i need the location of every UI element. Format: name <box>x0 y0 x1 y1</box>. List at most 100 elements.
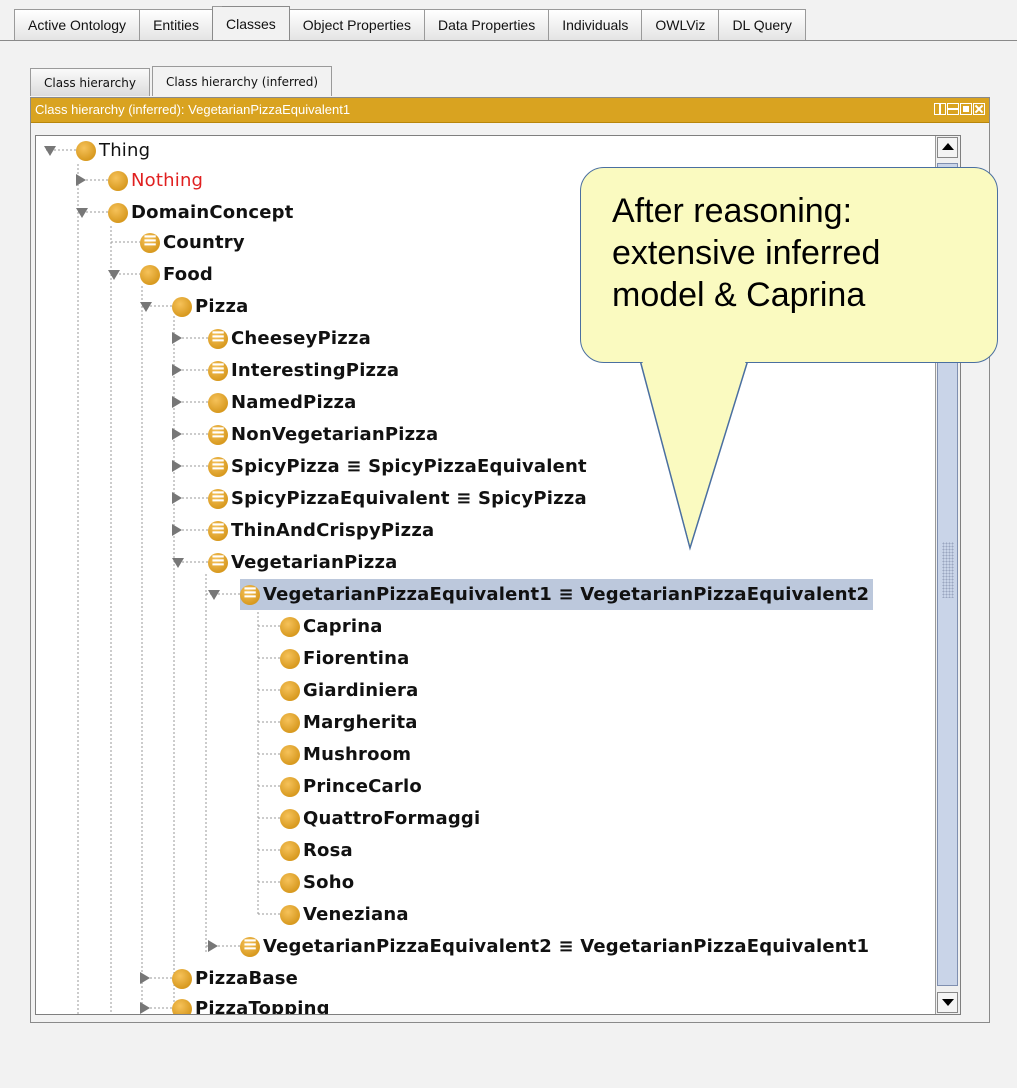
tab-data-properties[interactable]: Data Properties <box>423 9 550 40</box>
defined-class-icon <box>208 550 228 573</box>
tree-node-spicypizza[interactable]: SpicyPizza ≡ SpicyPizzaEquivalent <box>208 451 587 482</box>
tree-node-nothing[interactable]: Nothing <box>108 165 203 196</box>
expand-node-icon[interactable] <box>172 524 182 536</box>
expand-node-icon[interactable] <box>172 364 182 376</box>
scroll-up-button[interactable] <box>937 137 958 158</box>
class-icon <box>280 840 300 861</box>
expand-node-icon[interactable] <box>208 940 218 952</box>
expand-node-icon[interactable] <box>140 1002 150 1014</box>
split-view-icon[interactable] <box>934 103 946 115</box>
tree-node-namedpizza[interactable]: NamedPizza <box>208 387 357 418</box>
class-icon <box>172 296 192 317</box>
collapse-pizza-icon[interactable] <box>140 302 152 312</box>
callout-line: After reasoning: <box>612 192 853 230</box>
tree-node-pizzatopping[interactable]: PizzaTopping <box>172 993 330 1014</box>
callout-line: extensive inferred <box>612 234 881 272</box>
class-icon <box>172 968 192 989</box>
tree-node-quattroformaggi[interactable]: QuattroFormaggi <box>280 803 480 834</box>
tree-node-cheeseypizza[interactable]: CheeseyPizza <box>208 323 371 354</box>
expand-nothing-icon[interactable] <box>76 174 86 186</box>
collapse-selected-icon[interactable] <box>208 590 220 600</box>
tree-node-mushroom[interactable]: Mushroom <box>280 739 411 770</box>
tree-node-food[interactable]: Food <box>140 259 213 290</box>
tab-bar-divider <box>0 40 1017 41</box>
tab-object-properties[interactable]: Object Properties <box>288 9 425 40</box>
tree-node-princecarlo[interactable]: PrinceCarlo <box>280 771 422 802</box>
panel-controls <box>934 103 985 115</box>
defined-class-icon <box>208 422 228 445</box>
tree-node-vegetarianpizzaequivalent1[interactable]: VegetarianPizzaEquivalent1 ≡ VegetarianP… <box>240 579 874 610</box>
defined-class-icon <box>140 230 160 253</box>
restore-icon[interactable] <box>960 103 972 115</box>
callout-line: model & Caprina <box>612 276 866 314</box>
class-icon <box>280 616 300 637</box>
tree-node-margherita[interactable]: Margherita <box>280 707 418 738</box>
class-icon <box>172 998 192 1014</box>
scroll-grip-icon <box>942 542 954 598</box>
class-icon <box>108 170 128 191</box>
tab-owlviz[interactable]: OWLViz <box>641 9 720 40</box>
top-tab-bar: Active Ontology Entities Classes Object … <box>14 6 1017 40</box>
expand-node-icon[interactable] <box>172 492 182 504</box>
tree-node-domainconcept[interactable]: DomainConcept <box>108 197 294 228</box>
expand-node-icon[interactable] <box>172 460 182 472</box>
defined-class-icon <box>208 486 228 509</box>
class-icon <box>280 744 300 765</box>
class-icon <box>280 712 300 733</box>
defined-class-icon <box>208 518 228 541</box>
defined-class-icon <box>208 454 228 477</box>
tree-node-giardiniera[interactable]: Giardiniera <box>280 675 418 706</box>
tree-node-veneziana[interactable]: Veneziana <box>280 899 409 930</box>
tree-node-thing[interactable]: Thing <box>76 136 150 166</box>
tree-node-spicypizzaequivalent[interactable]: SpicyPizzaEquivalent ≡ SpicyPizza <box>208 483 587 514</box>
tree-node-interestingpizza[interactable]: InterestingPizza <box>208 355 399 386</box>
close-icon[interactable] <box>973 103 985 115</box>
tree-node-vegetarianpizzaequivalent2[interactable]: VegetarianPizzaEquivalent2 ≡ VegetarianP… <box>240 931 869 962</box>
class-icon <box>280 904 300 925</box>
tab-class-hierarchy-inferred[interactable]: Class hierarchy (inferred) <box>151 66 333 96</box>
defined-class-icon <box>240 582 260 605</box>
tree-node-country[interactable]: Country <box>140 227 245 258</box>
expand-node-icon[interactable] <box>172 428 182 440</box>
class-icon <box>280 648 300 669</box>
class-icon <box>280 680 300 701</box>
tree-node-rosa[interactable]: Rosa <box>280 835 353 866</box>
class-icon <box>76 140 96 161</box>
expand-node-icon[interactable] <box>172 332 182 344</box>
panel-title: Class hierarchy (inferred): VegetarianPi… <box>35 102 351 117</box>
expand-node-icon[interactable] <box>172 396 182 408</box>
expand-node-icon[interactable] <box>140 972 150 984</box>
tab-dl-query[interactable]: DL Query <box>718 9 806 40</box>
tree-node-pizza[interactable]: Pizza <box>172 291 248 322</box>
defined-class-icon <box>240 934 260 957</box>
tab-entities[interactable]: Entities <box>139 9 213 40</box>
scroll-down-button[interactable] <box>937 992 958 1013</box>
tree-node-nonvegetarianpizza[interactable]: NonVegetarianPizza <box>208 419 438 450</box>
callout-text: After reasoning: extensive inferred mode… <box>612 190 982 316</box>
dock-icon[interactable] <box>947 103 959 115</box>
tab-classes[interactable]: Classes <box>211 6 290 40</box>
defined-class-icon <box>208 326 228 349</box>
collapse-food-icon[interactable] <box>108 270 120 280</box>
tree-node-thinandcrispypizza[interactable]: ThinAndCrispyPizza <box>208 515 434 546</box>
panel-header: Class hierarchy (inferred): VegetarianPi… <box>31 98 989 123</box>
class-icon <box>140 264 160 285</box>
collapse-vegetarianpizza-icon[interactable] <box>172 558 184 568</box>
tab-class-hierarchy[interactable]: Class hierarchy <box>30 68 150 96</box>
tab-individuals[interactable]: Individuals <box>548 9 643 40</box>
defined-class-icon <box>208 358 228 381</box>
class-icon <box>280 776 300 797</box>
tab-active-ontology[interactable]: Active Ontology <box>14 9 141 40</box>
class-icon <box>108 202 128 223</box>
class-icon <box>280 808 300 829</box>
class-icon <box>208 392 228 413</box>
tree-node-vegetarianpizza[interactable]: VegetarianPizza <box>208 547 397 578</box>
class-icon <box>280 872 300 893</box>
tree-node-soho[interactable]: Soho <box>280 867 354 898</box>
tree-node-pizzabase[interactable]: PizzaBase <box>172 963 298 994</box>
tree-node-caprina[interactable]: Caprina <box>280 611 383 642</box>
collapse-domainconcept-icon[interactable] <box>76 208 88 218</box>
tree-node-fiorentina[interactable]: Fiorentina <box>280 643 409 674</box>
collapse-thing-icon[interactable] <box>44 146 56 156</box>
sub-tab-bar: Class hierarchy Class hierarchy (inferre… <box>30 66 334 96</box>
